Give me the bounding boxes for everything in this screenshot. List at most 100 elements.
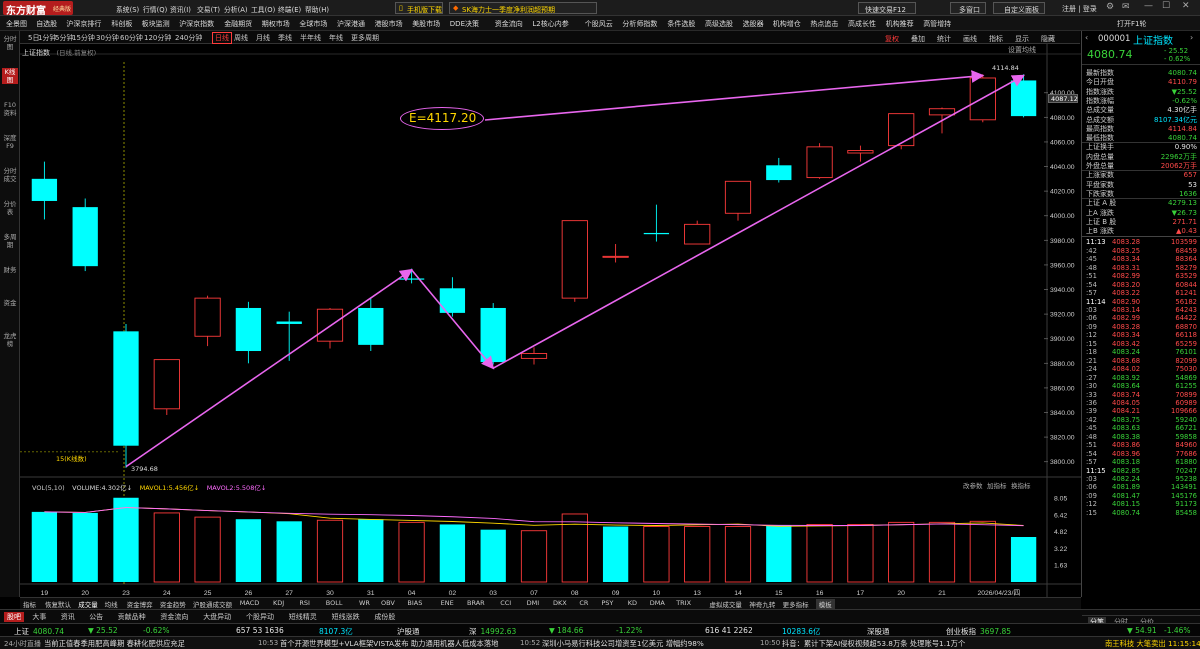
indicator-tab-14[interactable]: ENE bbox=[441, 599, 454, 607]
period-8[interactable]: 240分钟 bbox=[175, 33, 202, 43]
info-tab-6[interactable]: 大盘异动 bbox=[203, 612, 231, 622]
indicator-tab-9[interactable]: RSI bbox=[299, 599, 310, 607]
message-icon[interactable]: ✉ bbox=[1122, 2, 1130, 12]
period-3[interactable]: 5分钟 bbox=[55, 33, 73, 43]
left-tab-7[interactable]: 财务 bbox=[2, 266, 18, 274]
menu-item-17[interactable]: 条件选股 bbox=[667, 19, 695, 29]
menu-item-13[interactable]: 资金流向 bbox=[495, 19, 523, 29]
news-headline-0[interactable]: 当前正值春季用肥高峰期 春耕化肥供应充足 bbox=[44, 639, 185, 649]
indicator-tab-19[interactable]: CR bbox=[579, 599, 588, 607]
title-menu-3[interactable]: 交易(T) bbox=[197, 4, 220, 14]
mobile-download-button[interactable]: ▯ 手机版下载 bbox=[395, 2, 443, 14]
kline-chart[interactable]: 4100.004080.004060.004040.004020.004000.… bbox=[20, 44, 1081, 597]
indicator-tab-8[interactable]: KDJ bbox=[273, 599, 284, 607]
period-10[interactable]: 周线 bbox=[234, 33, 248, 43]
indicator-tab-10[interactable]: BOLL bbox=[326, 599, 343, 607]
info-tab-5[interactable]: 资金流向 bbox=[160, 612, 188, 622]
menu-item-7[interactable]: 期权市场 bbox=[262, 19, 290, 29]
settings-icon[interactable]: ⚙ bbox=[1106, 2, 1114, 12]
forward-icon[interactable]: › bbox=[1190, 33, 1193, 42]
info-tab-2[interactable]: 资讯 bbox=[61, 612, 75, 622]
period-12[interactable]: 季线 bbox=[278, 33, 292, 43]
indicator-tab-3[interactable]: 均线 bbox=[105, 599, 118, 609]
left-tab-8[interactable]: 资金 bbox=[2, 299, 18, 307]
period-6[interactable]: 60分钟 bbox=[120, 33, 143, 43]
news-headline-3[interactable]: 抖音：累计下架AI侵权视频超53.8万条 处理账号1.1万个 bbox=[782, 639, 965, 649]
indicator-tab-25[interactable]: 神奇九转 bbox=[749, 599, 775, 609]
left-tab-0[interactable]: 分时图 bbox=[2, 35, 18, 51]
menu-item-18[interactable]: 高级选股 bbox=[705, 19, 733, 29]
period-7[interactable]: 120分钟 bbox=[144, 33, 171, 43]
menu-item-11[interactable]: 美股市场 bbox=[412, 19, 440, 29]
headline-ticker[interactable]: ◆ SK海力士一季度净利润超预期 bbox=[449, 2, 597, 14]
news-source-2[interactable]: 10:52 bbox=[520, 639, 540, 647]
maximize-icon[interactable]: ☐ bbox=[1162, 1, 1170, 11]
period-9[interactable]: 日线 bbox=[212, 32, 232, 44]
indicator-tab-12[interactable]: OBV bbox=[381, 599, 395, 607]
indicator-tab-24[interactable]: 虚拟成交量 bbox=[709, 599, 742, 609]
indicator-tab-18[interactable]: DKX bbox=[553, 599, 567, 607]
indicator-tab-16[interactable]: CCI bbox=[500, 599, 511, 607]
menu-item-15[interactable]: 个股风云 bbox=[585, 19, 613, 29]
indicator-tab-13[interactable]: BIAS bbox=[407, 599, 422, 607]
indicator-tab-5[interactable]: 资金趋势 bbox=[160, 599, 186, 609]
back-icon[interactable]: ‹ bbox=[1085, 33, 1088, 42]
news-source-3[interactable]: 10:50 bbox=[760, 639, 780, 647]
left-tab-1[interactable]: K线图 bbox=[2, 68, 18, 84]
menu-item-12[interactable]: DDE决策 bbox=[450, 19, 479, 29]
login-link[interactable]: 注册 | 登录 bbox=[1062, 4, 1097, 14]
indicator-tab-20[interactable]: PSY bbox=[601, 599, 613, 607]
period-14[interactable]: 年线 bbox=[329, 33, 343, 43]
menu-item-9[interactable]: 沪深港通 bbox=[337, 19, 365, 29]
news-headline-1[interactable]: 首个开源世界模型+VLA框架VISTA发布 助力通用机器人低成本落地 bbox=[280, 639, 498, 649]
title-menu-2[interactable]: 资讯(I) bbox=[170, 4, 191, 14]
volume-tool-2[interactable]: 换指标 bbox=[1011, 480, 1031, 490]
info-tab-3[interactable]: 公告 bbox=[89, 612, 103, 622]
title-menu-7[interactable]: 帮助(H) bbox=[305, 4, 329, 14]
minimize-icon[interactable]: — bbox=[1144, 1, 1153, 11]
period-11[interactable]: 月线 bbox=[256, 33, 270, 43]
title-menu-4[interactable]: 分析(A) bbox=[224, 4, 248, 14]
multi-window-button[interactable]: 多窗口 bbox=[950, 2, 986, 14]
chart-tool-3[interactable]: 画线 bbox=[963, 34, 977, 44]
chart-tool-2[interactable]: 统计 bbox=[937, 34, 951, 44]
indicator-tab-11[interactable]: WR bbox=[359, 599, 370, 607]
menu-item-23[interactable]: 机构推荐 bbox=[886, 19, 914, 29]
indicator-tab-0[interactable]: 指标 bbox=[23, 599, 36, 609]
info-tab-0[interactable]: 股吧 bbox=[4, 612, 24, 622]
info-tab-7[interactable]: 个股异动 bbox=[246, 612, 274, 622]
indicator-tab-15[interactable]: BRAR bbox=[467, 599, 485, 607]
indicator-tab-23[interactable]: TRIX bbox=[676, 599, 691, 607]
menu-item-20[interactable]: 机构增仓 bbox=[773, 19, 801, 29]
info-tab-9[interactable]: 短线涨跌 bbox=[332, 612, 360, 622]
indicator-tab-26[interactable]: 更多指标 bbox=[783, 599, 809, 609]
chart-tool-0[interactable]: 复权 bbox=[885, 34, 899, 44]
menu-item-2[interactable]: 沪深京排行 bbox=[66, 19, 101, 29]
indicator-tab-22[interactable]: DMA bbox=[650, 599, 665, 607]
indicator-tab-1[interactable]: 恢复默认 bbox=[45, 599, 71, 609]
custom-panel-button[interactable]: 自定义面板 bbox=[993, 2, 1045, 14]
indicator-tab-7[interactable]: MACD bbox=[240, 599, 259, 607]
period-15[interactable]: 更多周期 bbox=[351, 33, 379, 43]
indicator-tab-6[interactable]: 沪股通成交额 bbox=[193, 599, 232, 609]
title-menu-1[interactable]: 行情(Q) bbox=[143, 4, 167, 14]
left-tab-9[interactable]: 龙虎榜 bbox=[2, 332, 18, 348]
period-2[interactable]: 1分钟 bbox=[38, 33, 56, 43]
menu-item-25[interactable]: 打开F1轮 bbox=[1117, 19, 1146, 29]
menu-item-4[interactable]: 板块监测 bbox=[142, 19, 170, 29]
info-tab-4[interactable]: 贡献品种 bbox=[118, 612, 146, 622]
menu-item-19[interactable]: 选股器 bbox=[743, 19, 764, 29]
menu-item-10[interactable]: 港股市场 bbox=[375, 19, 403, 29]
left-tab-5[interactable]: 分价表 bbox=[2, 200, 18, 216]
title-menu-6[interactable]: 终端(E) bbox=[278, 4, 301, 14]
left-tab-3[interactable]: 深度F9 bbox=[2, 134, 18, 150]
annotation-ellipse[interactable]: E=4117.20 bbox=[400, 107, 484, 130]
left-tab-4[interactable]: 分时成交 bbox=[2, 167, 18, 183]
quick-trade-button[interactable]: 快速交易F12 bbox=[858, 2, 916, 14]
indicator-tab-17[interactable]: DMI bbox=[527, 599, 540, 607]
chart-tool-6[interactable]: 隐藏 bbox=[1041, 34, 1055, 44]
close-icon[interactable]: ✕ bbox=[1182, 1, 1190, 11]
news-source-0[interactable]: 24小时直播 bbox=[4, 639, 41, 649]
chart-tool-4[interactable]: 指标 bbox=[989, 34, 1003, 44]
info-tab-8[interactable]: 短线精灵 bbox=[289, 612, 317, 622]
